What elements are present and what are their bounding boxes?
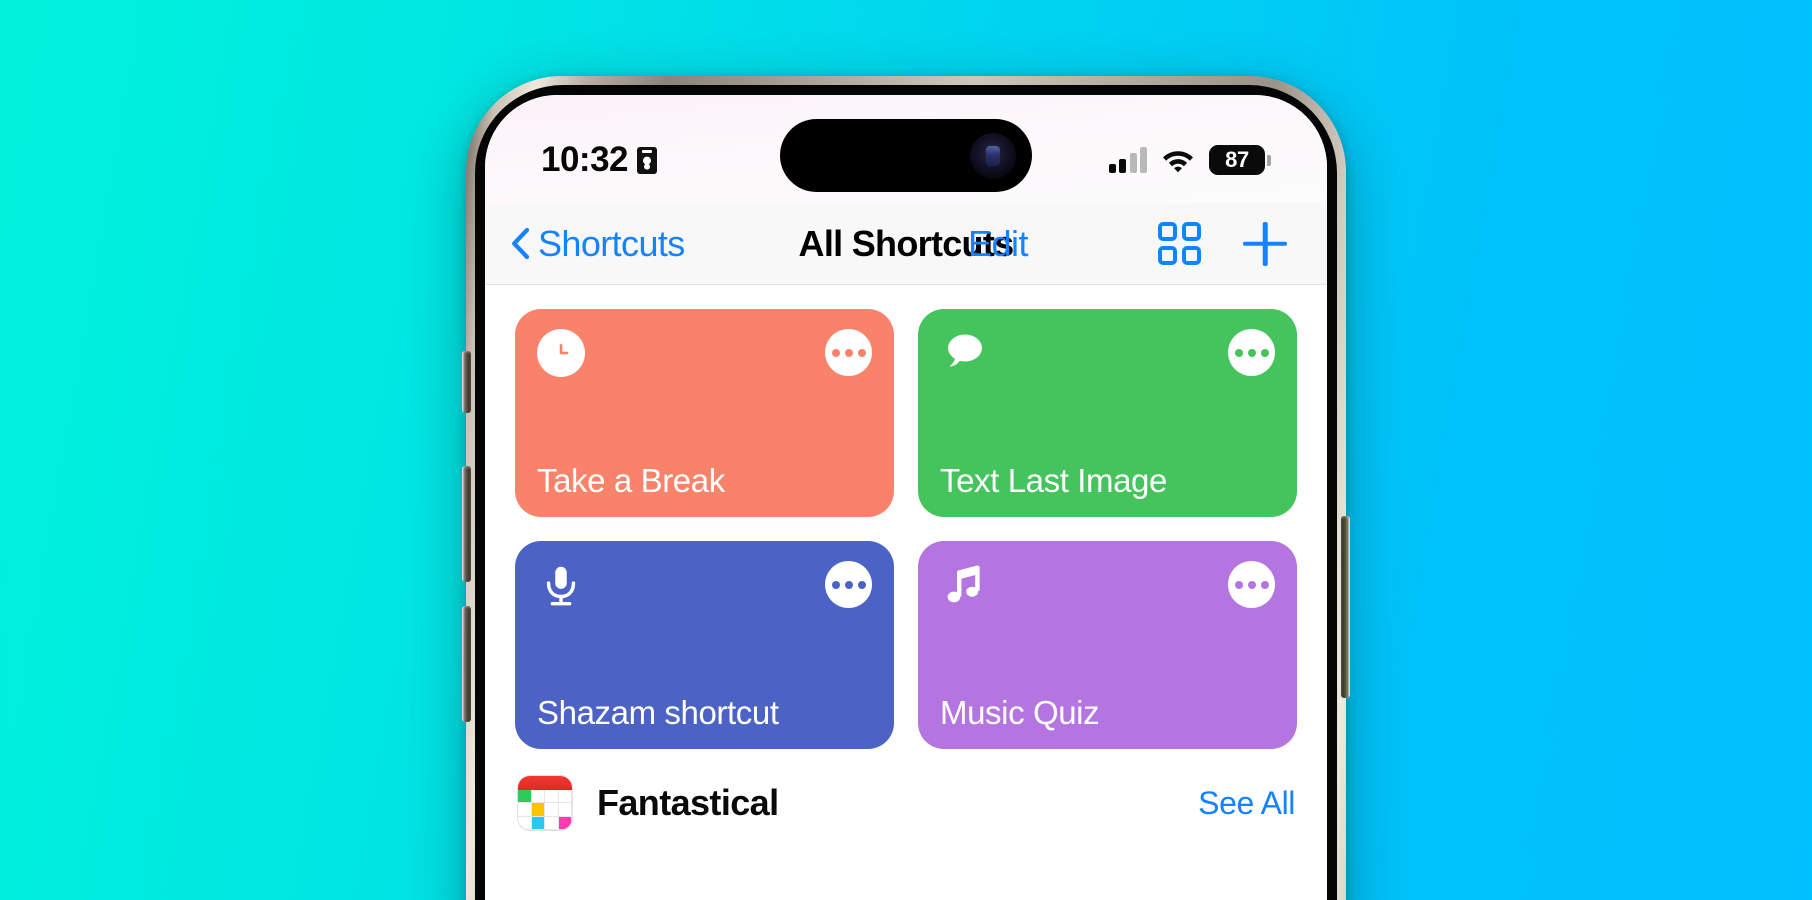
grid-view-icon[interactable] bbox=[1158, 222, 1201, 265]
shortcut-tile-label: Shazam shortcut bbox=[537, 693, 779, 731]
phone-screen: 10:32 87 Shortcuts All Shortcuts Edit Ta… bbox=[485, 95, 1327, 900]
navigation-bar-actions: Edit bbox=[968, 222, 1287, 266]
microphone-icon bbox=[537, 561, 585, 609]
see-all-button[interactable]: See All bbox=[1198, 785, 1295, 822]
shortcut-tile[interactable]: Music Quiz bbox=[918, 541, 1297, 749]
back-button-label: Shortcuts bbox=[538, 222, 685, 264]
shortcut-tile-header bbox=[537, 329, 872, 377]
volume-up-button[interactable] bbox=[462, 466, 471, 582]
id-card-icon bbox=[637, 146, 658, 174]
add-shortcut-button[interactable] bbox=[1243, 222, 1287, 266]
shortcut-more-button[interactable] bbox=[1228, 329, 1275, 376]
battery-percent: 87 bbox=[1209, 145, 1265, 175]
cellular-signal-icon bbox=[1108, 147, 1147, 173]
status-bar-left: 10:32 bbox=[541, 140, 658, 180]
message-bubble-icon bbox=[940, 329, 988, 377]
shortcut-tile-header bbox=[940, 329, 1275, 377]
shortcut-tile-label: Music Quiz bbox=[940, 693, 1100, 731]
folder-section-header: Fantastical See All bbox=[485, 749, 1327, 831]
edit-button[interactable]: Edit bbox=[968, 223, 1029, 265]
status-time: 10:32 bbox=[541, 140, 629, 179]
shortcut-tile[interactable]: Shazam shortcut bbox=[515, 541, 894, 749]
status-bar: 10:32 87 bbox=[485, 95, 1327, 203]
shortcut-more-button[interactable] bbox=[825, 561, 872, 608]
back-button[interactable]: Shortcuts bbox=[511, 223, 685, 265]
dynamic-island[interactable] bbox=[780, 119, 1032, 192]
front-camera-icon bbox=[970, 132, 1016, 179]
iphone-device: 10:32 87 Shortcuts All Shortcuts Edit Ta… bbox=[462, 76, 1350, 900]
calendar-grid bbox=[518, 790, 572, 830]
volume-down-button[interactable] bbox=[462, 606, 471, 722]
shortcut-tile-label: Take a Break bbox=[537, 461, 725, 499]
shortcut-tile-header bbox=[537, 561, 872, 609]
power-button[interactable] bbox=[1341, 516, 1350, 698]
shortcut-tile-header bbox=[940, 561, 1275, 609]
navigation-bar: Shortcuts All Shortcuts Edit bbox=[485, 203, 1327, 285]
fantastical-calendar-icon bbox=[517, 775, 573, 831]
chevron-left-icon bbox=[512, 228, 529, 259]
battery-cap bbox=[1267, 154, 1271, 166]
shortcuts-content: Take a Break Text Last Image Shazam shor… bbox=[485, 285, 1327, 749]
shortcuts-grid: Take a Break Text Last Image Shazam shor… bbox=[515, 309, 1297, 749]
shortcut-tile[interactable]: Take a Break bbox=[515, 309, 894, 517]
wifi-icon bbox=[1163, 151, 1193, 173]
clock-icon bbox=[537, 329, 585, 377]
music-note-icon bbox=[940, 561, 988, 609]
action-button[interactable] bbox=[462, 351, 471, 413]
calendar-header bbox=[518, 776, 572, 790]
shortcut-tile[interactable]: Text Last Image bbox=[918, 309, 1297, 517]
shortcut-more-button[interactable] bbox=[825, 329, 872, 376]
battery-indicator: 87 bbox=[1209, 145, 1271, 175]
status-bar-right: 87 bbox=[1108, 145, 1271, 175]
shortcut-tile-label: Text Last Image bbox=[940, 461, 1167, 499]
shortcut-more-button[interactable] bbox=[1228, 561, 1275, 608]
folder-name: Fantastical bbox=[597, 782, 779, 823]
